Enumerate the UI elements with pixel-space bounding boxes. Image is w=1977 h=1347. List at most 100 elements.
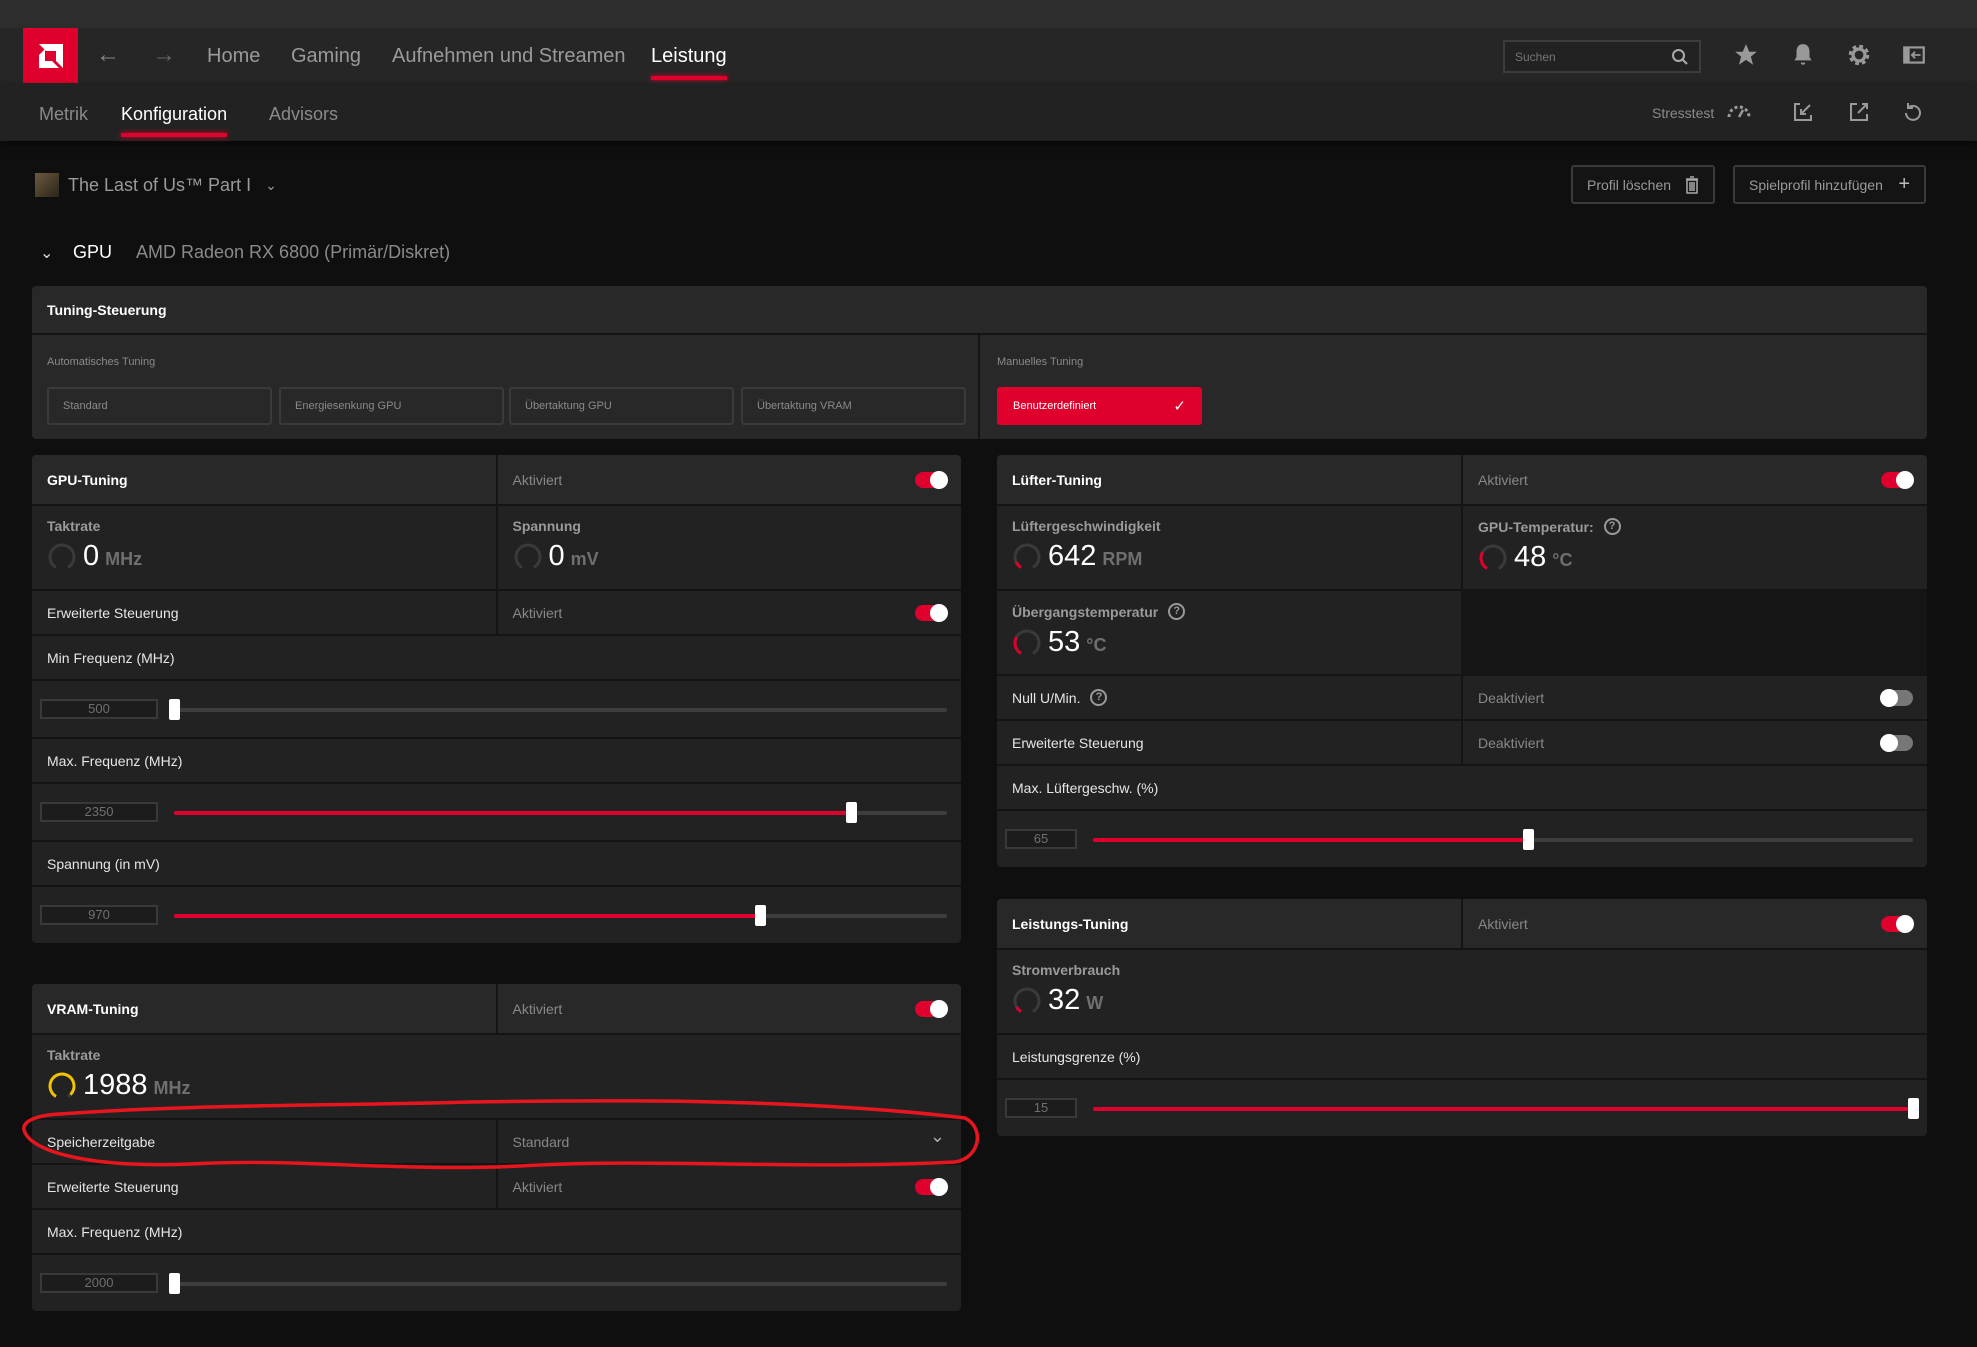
tab-configuration[interactable]: Konfiguration: [121, 83, 228, 141]
help-icon[interactable]: ?: [1090, 689, 1108, 706]
auto-overclock-vram-button[interactable]: Übertaktung VRAM: [741, 387, 966, 425]
setting-label-cell: Leistungsgrenze (%): [997, 1035, 1927, 1078]
tuning-control-panel: Tuning-Steuerung Automatisches Tuning Ma…: [32, 286, 1927, 439]
nav-record-stream[interactable]: Aufnehmen und Streamen: [392, 28, 626, 83]
search-box[interactable]: [1503, 40, 1701, 73]
metric-value: 0: [548, 540, 565, 572]
slider-thumb[interactable]: [1908, 1098, 1919, 1119]
auto-overclock-gpu-button[interactable]: Übertaktung GPU: [509, 387, 734, 425]
slider-thumb[interactable]: [169, 1273, 180, 1294]
toggle-switch[interactable]: [1881, 914, 1914, 933]
toggle-switch[interactable]: [915, 470, 948, 489]
search-icon[interactable]: [1671, 48, 1689, 66]
slider-thumb[interactable]: [846, 802, 858, 823]
metric-readout: 642 RPM: [1012, 540, 1142, 572]
delete-profile-label: Profil löschen: [1587, 176, 1672, 193]
empty-cell: [1461, 591, 1927, 674]
help-icon[interactable]: ?: [1168, 603, 1186, 620]
collapse-chevron-icon[interactable]: ⌄: [40, 243, 73, 263]
gauge-row: Taktrate 0 MHz Spannung 0 mV: [32, 506, 961, 589]
export-icon[interactable]: [1848, 101, 1870, 123]
metric-unit: mV: [570, 549, 599, 569]
head-row: Leistungs-Tuning Aktiviert: [997, 899, 1927, 948]
panel-header: GPU-Tuning: [32, 455, 496, 504]
slider-row: 500: [32, 681, 961, 737]
status-cell: Aktiviert: [1461, 899, 1927, 948]
slider-value-input[interactable]: 15: [1005, 1098, 1077, 1118]
slider-thumb[interactable]: [754, 905, 766, 926]
label-row: Max. Frequenz (MHz): [32, 739, 961, 782]
nav-performance[interactable]: Leistung: [651, 28, 727, 83]
slider-track[interactable]: [169, 1273, 947, 1294]
help-icon[interactable]: ?: [1603, 518, 1621, 535]
forward-arrow-icon[interactable]: →: [152, 42, 178, 68]
gpu-section-header[interactable]: ⌄ GPU AMD Radeon RX 6800 (Primär/Diskret…: [40, 242, 450, 263]
toggle-switch[interactable]: [1880, 733, 1913, 752]
metric-readout: 0 mV: [513, 540, 599, 572]
metric-label: GPU-Temperatur:: [1478, 518, 1594, 535]
title-bar: [0, 0, 1977, 28]
toggle-switch[interactable]: [915, 1177, 948, 1196]
metric-label-wrap: Taktrate: [47, 518, 100, 534]
tab-metrics[interactable]: Metrik: [39, 83, 88, 141]
import-icon[interactable]: [1792, 101, 1814, 123]
bell-icon[interactable]: [1790, 42, 1816, 68]
metric-label-wrap: Übergangstemperatur?: [1012, 603, 1186, 620]
slider-thumb[interactable]: [1522, 829, 1534, 850]
label-row: Max. Lüftergeschw. (%): [997, 766, 1927, 809]
manual-custom-button[interactable]: Benutzerdefiniert ✓: [997, 387, 1202, 425]
status-cell: Deaktiviert: [1461, 721, 1927, 764]
slider-track[interactable]: [174, 802, 947, 823]
reset-icon[interactable]: [1903, 101, 1925, 123]
toggle-switch[interactable]: [1881, 470, 1914, 489]
toggle-switch[interactable]: [1880, 688, 1913, 707]
back-arrow-icon[interactable]: ←: [96, 42, 122, 68]
slider-track[interactable]: [169, 699, 947, 720]
slider-value-input[interactable]: 2000: [40, 1273, 158, 1293]
slider-value-input[interactable]: 2350: [40, 802, 158, 822]
slider-track[interactable]: [174, 905, 947, 926]
sub-nav: Metrik Konfiguration Advisors Stresstest: [0, 83, 1977, 141]
auto-standard-button[interactable]: Standard: [47, 387, 272, 425]
tab-advisors[interactable]: Advisors: [269, 83, 338, 141]
metric-label: Taktrate: [47, 518, 101, 534]
stresstest-label[interactable]: Stresstest: [1652, 105, 1714, 121]
slider-track[interactable]: [1093, 1098, 1919, 1119]
toggle-switch[interactable]: [915, 603, 948, 622]
slider-track[interactable]: [1093, 829, 1913, 850]
amd-logo[interactable]: [23, 28, 78, 83]
search-input[interactable]: [1515, 49, 1665, 64]
sidebar-toggle-icon[interactable]: [1901, 42, 1927, 68]
toggle-row: Null U/Min.? Deaktiviert: [997, 676, 1927, 719]
nav-gaming[interactable]: Gaming: [291, 28, 361, 83]
add-game-profile-button[interactable]: Spielprofil hinzufügen +: [1733, 165, 1926, 204]
slider-row: 970: [32, 887, 961, 943]
star-icon[interactable]: [1733, 42, 1759, 68]
slider-fill: [174, 811, 852, 815]
checkmark-icon: ✓: [1173, 398, 1186, 415]
game-profile-selector[interactable]: The Last of Us™ Part I ⌄: [68, 175, 277, 196]
slider-value-input[interactable]: 65: [1005, 829, 1077, 849]
stresstest-gauge-icon[interactable]: [1726, 101, 1752, 121]
status-cell: Aktiviert: [495, 591, 962, 634]
dropdown-row: Speicherzeitgabe Standard ⌄: [32, 1120, 961, 1163]
slider-value-input[interactable]: 970: [40, 905, 158, 925]
status-text: Aktiviert: [512, 1178, 563, 1195]
metric-cell: Taktrate 1988 MHz: [32, 1035, 961, 1118]
setting-label-cell: Null U/Min.?: [997, 676, 1461, 719]
delete-profile-button[interactable]: Profil löschen: [1571, 165, 1715, 204]
slider-value-input[interactable]: 500: [40, 699, 158, 719]
auto-undervolt-button[interactable]: Energiesenkung GPU: [279, 387, 504, 425]
head-row: GPU-Tuning Aktiviert: [32, 455, 961, 504]
metric-unit: RPM: [1102, 549, 1143, 569]
gear-icon[interactable]: [1846, 42, 1872, 68]
slider-thumb[interactable]: [169, 699, 180, 720]
gpu-name: AMD Radeon RX 6800 (Primär/Diskret): [136, 242, 451, 262]
memory-timing-dropdown[interactable]: Standard ⌄: [495, 1120, 962, 1163]
fan-tuning-panel: Lüfter-Tuning Aktiviert Lüftergeschwindigk…: [997, 455, 1927, 867]
toggle-switch[interactable]: [915, 999, 948, 1018]
status-text: Aktiviert: [512, 1000, 563, 1017]
add-profile-label: Spielprofil hinzufügen: [1749, 176, 1883, 193]
tuning-control-title: Tuning-Steuerung: [47, 302, 167, 318]
nav-home[interactable]: Home: [207, 28, 260, 83]
